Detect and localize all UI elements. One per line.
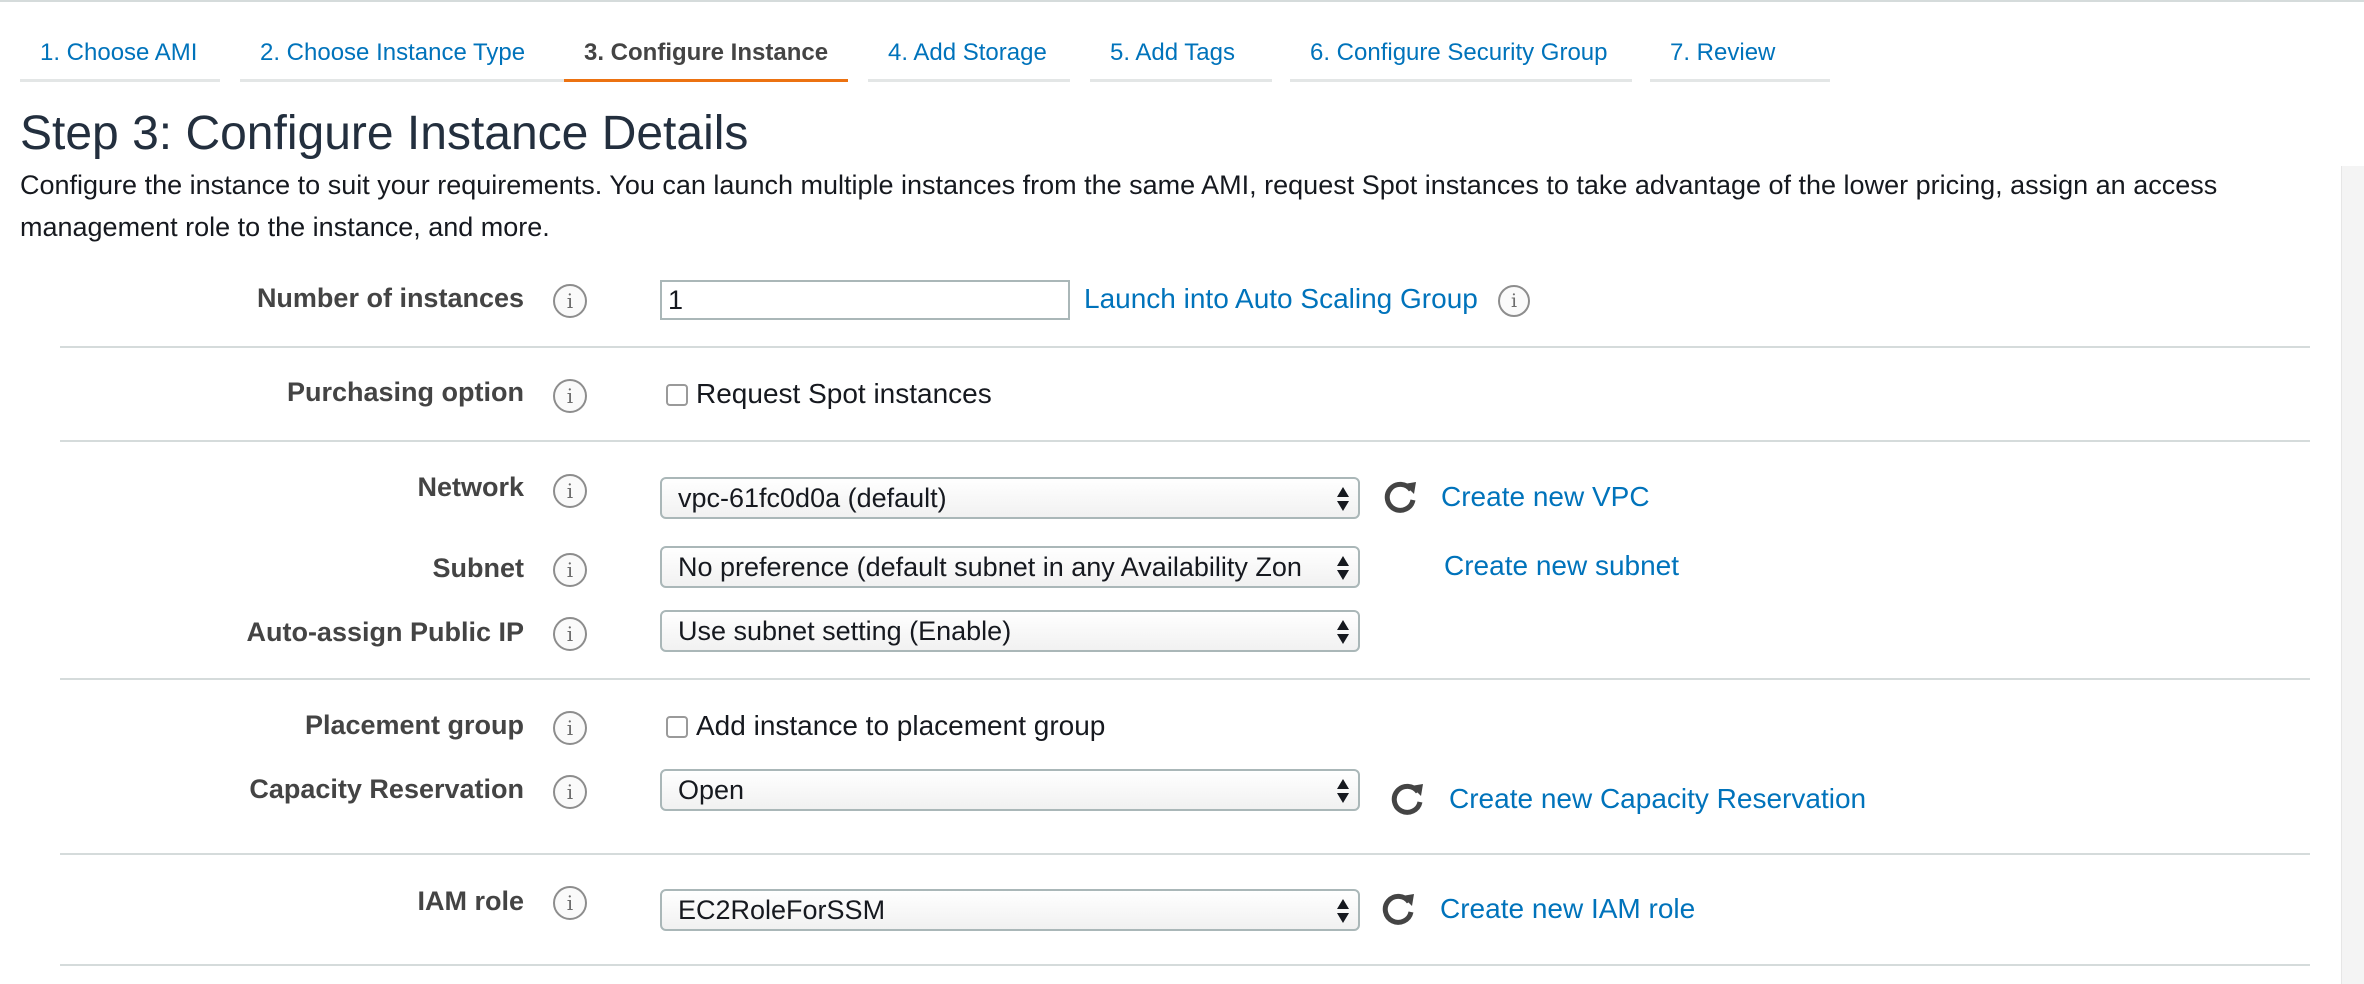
tab-choose-instance-type[interactable]: 2. Choose Instance Type <box>240 28 566 82</box>
auto-assign-ip-label: Auto-assign Public IP <box>246 617 524 647</box>
subnet-select-value: No preference (default subnet in any Ava… <box>678 552 1302 582</box>
auto-assign-ip-select-value: Use subnet setting (Enable) <box>678 616 1012 646</box>
tab-configure-instance[interactable]: 3. Configure Instance <box>564 28 848 82</box>
create-new-subnet-link[interactable]: Create new subnet <box>1444 550 1679 582</box>
number-of-instances-label: Number of instances <box>256 283 524 313</box>
refresh-icon[interactable] <box>1378 888 1418 928</box>
create-new-capacity-reservation-link[interactable]: Create new Capacity Reservation <box>1449 783 1866 815</box>
network-label: Network <box>417 472 524 502</box>
info-icon[interactable]: i <box>553 617 587 651</box>
info-icon[interactable]: i <box>553 284 587 318</box>
create-new-vpc-link[interactable]: Create new VPC <box>1441 481 1650 513</box>
tab-choose-ami[interactable]: 1. Choose AMI <box>20 28 220 82</box>
tab-configure-security-group[interactable]: 6. Configure Security Group <box>1290 28 1632 82</box>
page-description: Configure the instance to suit your requ… <box>20 170 2218 242</box>
info-icon[interactable]: i <box>553 886 587 920</box>
divider <box>60 346 2310 348</box>
capacity-reservation-select[interactable]: Open <box>660 769 1360 811</box>
launch-auto-scaling-link[interactable]: Launch into Auto Scaling Group <box>1084 283 1478 315</box>
info-icon[interactable]: i <box>553 474 587 508</box>
info-icon[interactable]: i <box>1498 285 1530 317</box>
iam-role-label: IAM role <box>417 886 524 916</box>
top-border <box>0 0 2364 2</box>
placement-group-label: Placement group <box>304 710 524 740</box>
request-spot-label[interactable]: Request Spot instances <box>696 378 992 410</box>
placement-group-checkbox[interactable] <box>666 716 688 738</box>
placement-group-checkbox-label[interactable]: Add instance to placement group <box>696 710 1105 742</box>
request-spot-checkbox[interactable] <box>666 384 688 406</box>
auto-assign-ip-select[interactable]: Use subnet setting (Enable) <box>660 610 1360 652</box>
info-icon[interactable]: i <box>553 553 587 587</box>
network-select-value: vpc-61fc0d0a (default) <box>678 483 947 513</box>
number-of-instances-input[interactable] <box>660 280 1070 320</box>
scrollbar-track[interactable] <box>2341 166 2364 984</box>
tab-review[interactable]: 7. Review <box>1650 28 1830 82</box>
tab-add-tags[interactable]: 5. Add Tags <box>1090 28 1272 82</box>
capacity-reservation-label: Capacity Reservation <box>249 774 524 804</box>
select-arrows-icon <box>1337 556 1349 580</box>
divider <box>60 440 2310 442</box>
select-arrows-icon <box>1337 620 1349 644</box>
create-new-iam-role-link[interactable]: Create new IAM role <box>1440 893 1695 925</box>
subnet-select[interactable]: No preference (default subnet in any Ava… <box>660 546 1360 588</box>
page-title: Step 3: Configure Instance Details <box>20 107 749 160</box>
select-arrows-icon <box>1337 779 1349 803</box>
subnet-label: Subnet <box>432 553 525 583</box>
info-icon[interactable]: i <box>553 711 587 745</box>
refresh-icon[interactable] <box>1387 778 1427 818</box>
divider <box>60 678 2310 680</box>
capacity-reservation-select-value: Open <box>678 775 745 805</box>
iam-role-select[interactable]: EC2RoleForSSM <box>660 889 1360 931</box>
purchasing-option-label: Purchasing option <box>286 377 524 407</box>
tab-add-storage[interactable]: 4. Add Storage <box>868 28 1070 82</box>
refresh-icon[interactable] <box>1380 476 1420 516</box>
divider <box>60 853 2310 855</box>
iam-role-select-value: EC2RoleForSSM <box>678 895 886 925</box>
info-icon[interactable]: i <box>553 775 587 809</box>
select-arrows-icon <box>1337 899 1349 923</box>
select-arrows-icon <box>1337 487 1349 511</box>
divider <box>60 964 2310 966</box>
info-icon[interactable]: i <box>553 379 587 413</box>
network-select[interactable]: vpc-61fc0d0a (default) <box>660 477 1360 519</box>
